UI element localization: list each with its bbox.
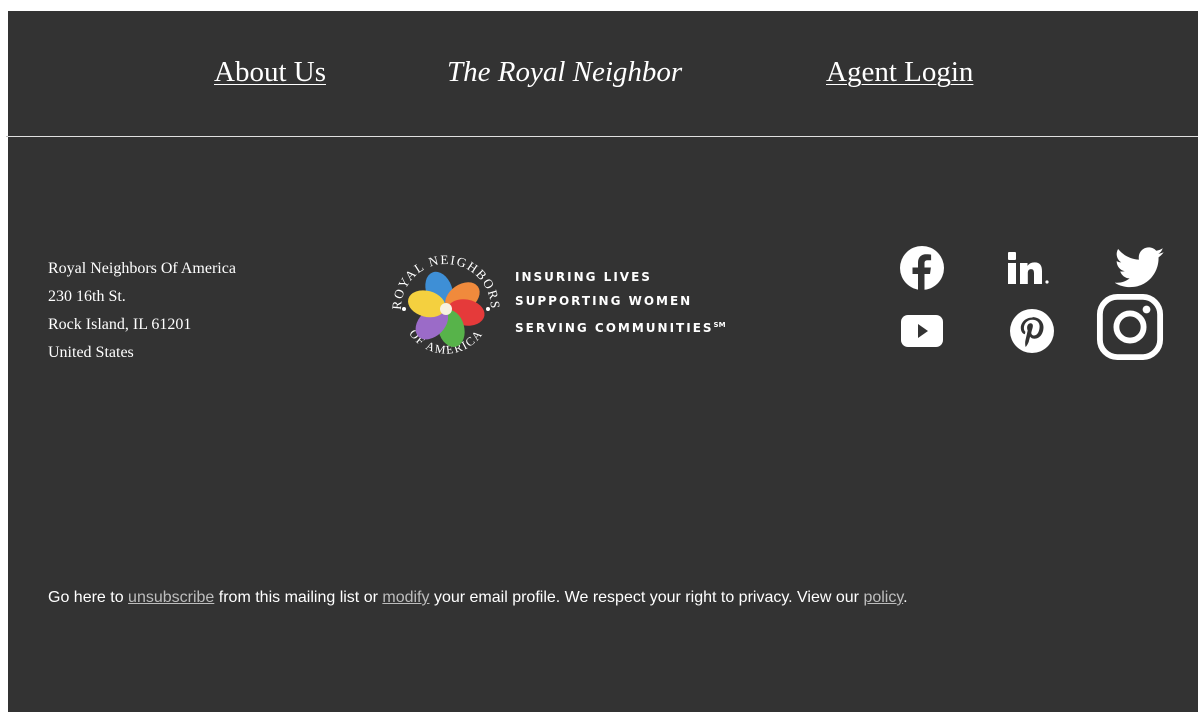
instagram-icon[interactable]: [1096, 293, 1164, 361]
youtube-icon[interactable]: [888, 297, 956, 365]
royal-neighbors-logo[interactable]: ROYAL NEIGHBORS OF AMERICA INSURING LIVE…: [381, 241, 761, 371]
linkedin-icon[interactable]: [998, 234, 1066, 302]
flower-seal-icon: ROYAL NEIGHBORS OF AMERICA: [389, 252, 502, 357]
unsubscribe-notice: Go here to unsubscribe from this mailing…: [48, 589, 908, 607]
tagline-line-3-text: SERVING COMMUNITIES: [515, 321, 714, 335]
nav-divider: [8, 136, 1198, 137]
address-org: Royal Neighbors Of America: [48, 260, 236, 277]
notice-end: .: [903, 589, 908, 606]
tagline-line-1: INSURING LIVES: [515, 270, 652, 284]
logo-tagline: INSURING LIVES SUPPORTING WOMEN SERVING …: [515, 265, 726, 340]
modify-profile-link[interactable]: modify: [382, 589, 429, 606]
notice-mid-1: from this mailing list or: [214, 589, 383, 606]
facebook-icon[interactable]: [888, 234, 956, 302]
footer-panel: About Us The Royal Neighbor Agent Login …: [8, 11, 1198, 712]
address-country: United States: [48, 344, 134, 361]
mailing-address: Royal Neighbors Of America 230 16th St. …: [48, 255, 236, 367]
divider-left-edge: [6, 136, 8, 137]
agent-login-link[interactable]: Agent Login: [826, 56, 973, 89]
pinterest-icon[interactable]: [998, 297, 1066, 365]
address-street: 230 16th St.: [48, 288, 126, 305]
unsubscribe-link[interactable]: unsubscribe: [128, 589, 214, 606]
tagline-line-3: SERVING COMMUNITIESSM: [515, 313, 726, 340]
notice-mid-2: your email profile. We respect your righ…: [429, 589, 864, 606]
privacy-policy-link[interactable]: policy: [863, 589, 903, 606]
address-city: Rock Island, IL 61201: [48, 316, 192, 333]
about-us-link[interactable]: About Us: [214, 56, 326, 89]
service-mark: SM: [713, 321, 726, 329]
tagline-line-2: SUPPORTING WOMEN: [515, 294, 693, 308]
top-nav: About Us The Royal Neighbor Agent Login: [8, 11, 1198, 136]
royal-neighbor-link[interactable]: The Royal Neighbor: [447, 56, 682, 89]
notice-pre: Go here to: [48, 589, 129, 606]
